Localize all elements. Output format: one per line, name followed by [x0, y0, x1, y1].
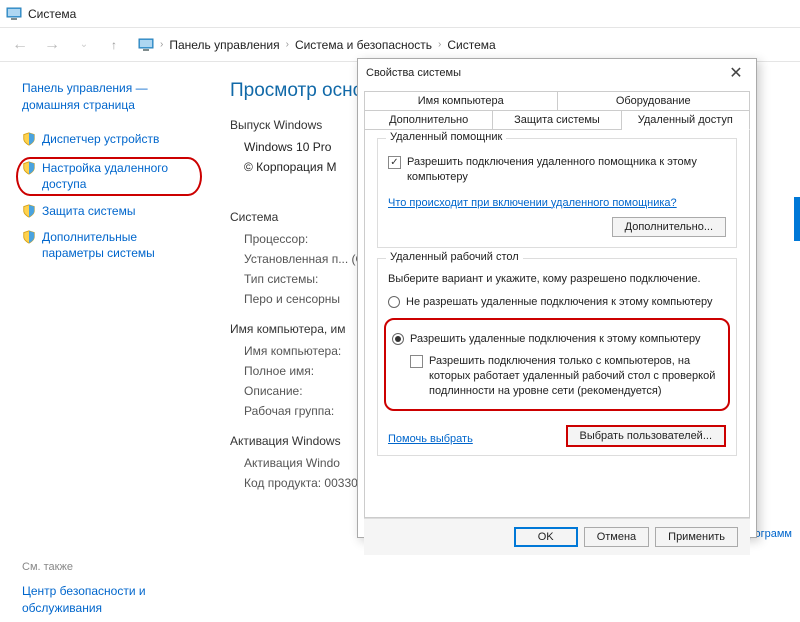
- chevron-right-icon: ›: [438, 39, 441, 50]
- assistance-advanced-button[interactable]: Дополнительно...: [612, 217, 726, 237]
- allow-remote-label: Разрешить удаленные подключения к этому …: [410, 332, 701, 347]
- sidebar: Панель управления — домашняя страница Ди…: [0, 62, 220, 622]
- remote-assistance-legend: Удаленный помощник: [386, 131, 506, 143]
- breadcrumb-item[interactable]: Панель управления: [169, 38, 279, 52]
- sidebar-item-label: Диспетчер устройств: [42, 132, 159, 148]
- breadcrumb[interactable]: › Панель управления › Система и безопасн…: [132, 35, 792, 55]
- checkbox-checked-icon[interactable]: ✓: [388, 156, 401, 169]
- tab-hardware[interactable]: Оборудование: [558, 91, 751, 110]
- choose-option-text: Выберите вариант и укажите, кому разреше…: [388, 273, 726, 285]
- sidebar-item-remote-settings[interactable]: Настройка удаленного доступа: [16, 157, 202, 196]
- dialog-titlebar: Свойства системы ✕: [358, 59, 756, 87]
- allow-remote-assistance-row[interactable]: ✓ Разрешить подключения удаленного помощ…: [388, 155, 726, 185]
- ok-button[interactable]: OK: [514, 527, 578, 547]
- remote-desktop-group: Удаленный рабочий стол Выберите вариант …: [377, 258, 737, 456]
- back-button[interactable]: ←: [8, 33, 32, 57]
- tab-remote[interactable]: Удаленный доступ: [622, 110, 750, 130]
- shield-icon: [22, 132, 36, 146]
- sidebar-item-device-manager[interactable]: Диспетчер устройств: [22, 132, 202, 148]
- history-dropdown[interactable]: ⌄: [72, 33, 96, 57]
- chevron-right-icon: ›: [160, 39, 163, 50]
- apply-button[interactable]: Применить: [655, 527, 738, 547]
- remote-assistance-group: Удаленный помощник ✓ Разрешить подключен…: [377, 138, 737, 248]
- system-properties-dialog: Свойства системы ✕ Имя компьютера Оборуд…: [357, 58, 757, 538]
- navbar: ← → ⌄ ↑ › Панель управления › Система и …: [0, 28, 800, 62]
- allow-remote-radio-row[interactable]: Разрешить удаленные подключения к этому …: [392, 332, 722, 347]
- forward-button[interactable]: →: [40, 33, 64, 57]
- chevron-right-icon: ›: [286, 39, 289, 50]
- checkbox-unchecked-icon[interactable]: [410, 355, 423, 368]
- dialog-footer: OK Отмена Применить: [364, 518, 750, 555]
- deny-remote-radio-row[interactable]: Не разрешать удаленные подключения к это…: [388, 295, 726, 310]
- select-users-button[interactable]: Выбрать пользователей...: [566, 425, 727, 447]
- allow-remote-assistance-label: Разрешить подключения удаленного помощни…: [407, 155, 726, 185]
- sidebar-item-label: Дополнительные параметры системы: [42, 230, 202, 261]
- dialog-tabs: Имя компьютера Оборудование Дополнительн…: [358, 87, 756, 130]
- dialog-title: Свойства системы: [366, 67, 461, 79]
- tab-system-protection[interactable]: Защита системы: [493, 110, 621, 129]
- tab-advanced[interactable]: Дополнительно: [364, 110, 493, 129]
- remote-desktop-legend: Удаленный рабочий стол: [386, 251, 523, 263]
- radio-unchecked-icon[interactable]: [388, 296, 400, 308]
- sidebar-item-advanced-settings[interactable]: Дополнительные параметры системы: [22, 230, 202, 261]
- up-button[interactable]: ↑: [104, 35, 124, 55]
- shield-icon: [22, 230, 36, 244]
- product-key-label: Код продукта:: [244, 476, 321, 490]
- system-icon: [6, 6, 22, 22]
- shield-icon: [22, 161, 36, 175]
- window-titlebar: Система: [0, 0, 800, 28]
- radio-checked-icon[interactable]: [392, 333, 404, 345]
- nla-label: Разрешить подключения только с компьютер…: [429, 354, 722, 399]
- what-happens-link[interactable]: Что происходит при включении удаленного …: [388, 197, 677, 209]
- allow-remote-highlight: Разрешить удаленные подключения к этому …: [384, 318, 730, 411]
- nla-checkbox-row[interactable]: Разрешить подключения только с компьютер…: [410, 354, 722, 399]
- breadcrumb-item[interactable]: Система: [447, 38, 495, 52]
- close-button[interactable]: ✕: [724, 63, 748, 83]
- system-icon: [138, 37, 154, 53]
- dialog-body: Удаленный помощник ✓ Разрешить подключен…: [364, 130, 750, 518]
- sidebar-item-label: Настройка удаленного доступа: [42, 161, 192, 192]
- tab-computer-name[interactable]: Имя компьютера: [364, 91, 558, 110]
- sidebar-item-label: Защита системы: [42, 204, 135, 220]
- shield-icon: [22, 204, 36, 218]
- help-choose-link[interactable]: Помочь выбрать: [388, 433, 473, 445]
- deny-remote-label: Не разрешать удаленные подключения к это…: [406, 295, 713, 310]
- sidebar-item-system-protection[interactable]: Защита системы: [22, 204, 202, 220]
- security-center-link[interactable]: Центр безопасности и обслуживания: [22, 583, 202, 617]
- windows-logo-edge: [794, 197, 800, 241]
- control-panel-home-link[interactable]: Панель управления — домашняя страница: [22, 80, 202, 114]
- window-title: Система: [28, 7, 76, 21]
- breadcrumb-item[interactable]: Система и безопасность: [295, 38, 432, 52]
- cancel-button[interactable]: Отмена: [584, 527, 649, 547]
- see-also-heading: См. также: [22, 561, 202, 573]
